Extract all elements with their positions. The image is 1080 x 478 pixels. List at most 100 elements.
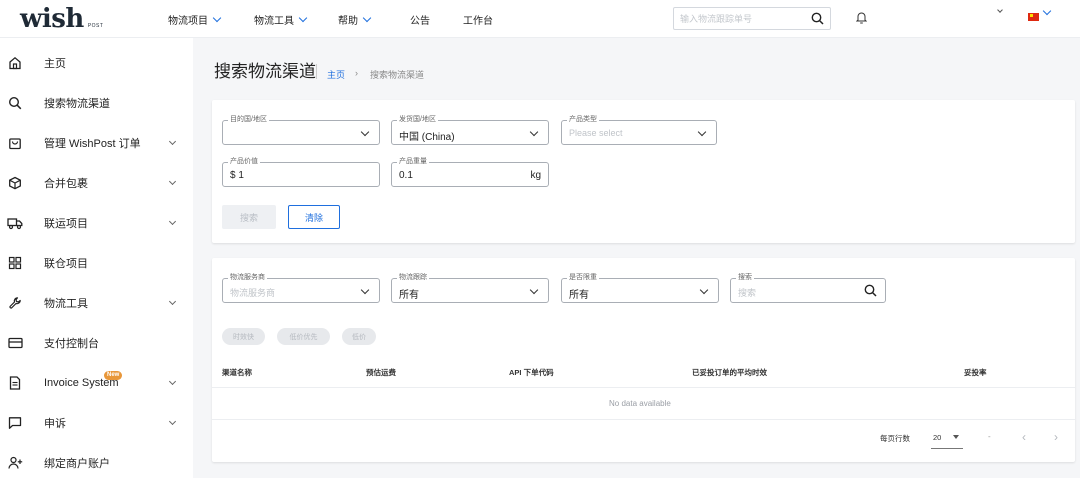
sidebar-item-home[interactable]: 主页 <box>0 43 193 83</box>
sort-chip-fastest[interactable]: 时效快 <box>222 328 265 345</box>
sidebar-item-label: 主页 <box>44 58 66 70</box>
sidebar-item-label: 管理 WishPost 订单 <box>44 138 141 150</box>
breadcrumb-separator: › <box>355 68 358 78</box>
nav-label: 公告 <box>410 16 430 27</box>
bell-icon[interactable] <box>856 11 867 24</box>
chevron-down-icon <box>212 13 222 22</box>
tracking-value: 所有 <box>399 290 419 301</box>
wrench-icon <box>7 295 23 311</box>
logo-wordmark: wish <box>20 4 84 34</box>
nav-announcements[interactable]: 公告 <box>410 12 430 27</box>
sidebar-item-label: 联运项目 <box>44 218 88 230</box>
chevron-down-icon <box>168 177 177 186</box>
sidebar-item-label: 合并包裹 <box>44 178 88 190</box>
nav-workbench[interactable]: 工作台 <box>463 12 493 27</box>
results-search-input[interactable]: 搜索 搜索 <box>730 274 886 303</box>
product-price-value: $ 1 <box>230 170 244 181</box>
wishpost-logo[interactable]: wish POST <box>20 4 103 34</box>
service-provider-placeholder: 物流服务商 <box>230 288 276 298</box>
chevron-down-icon <box>362 13 372 22</box>
logo-subtitle: POST <box>87 23 104 29</box>
chevron-down-icon <box>168 217 177 226</box>
product-price-label: 产品价值 <box>228 158 260 166</box>
sidebar-item-manage-orders[interactable]: 管理 WishPost 订单 <box>0 123 193 163</box>
rows-per-page-underline <box>931 448 963 449</box>
sort-chip-low-price[interactable]: 低价 <box>342 328 376 345</box>
nav-label: 帮助 <box>338 16 358 27</box>
next-page-icon[interactable]: › <box>1054 430 1058 444</box>
service-provider-select[interactable]: 物流服务商 物流服务商 <box>222 274 380 303</box>
search-icon[interactable] <box>811 12 824 25</box>
sidebar-item-label: 申诉 <box>44 418 66 430</box>
sidebar-item-warehouse[interactable]: 联仓项目 <box>0 243 193 283</box>
sidebar-item-search-channels[interactable]: 搜索物流渠道 <box>0 83 193 123</box>
tracking-search-input[interactable] <box>674 8 799 29</box>
tracking-search-box <box>673 7 831 30</box>
prev-page-icon[interactable]: ‹ <box>1022 430 1026 444</box>
sidebar-item-logistics-tools[interactable]: 物流工具 <box>0 283 193 323</box>
nav-label: 物流项目 <box>168 16 208 27</box>
origin-select[interactable]: 发货国/地区 中国 (China) <box>391 116 549 145</box>
comment-icon <box>7 415 23 431</box>
column-header-api-code[interactable]: API 下单代码 <box>509 367 554 378</box>
weight-limit-label: 是否限重 <box>567 274 599 282</box>
breadcrumb-home[interactable]: 主页 <box>327 68 345 81</box>
chevron-down-icon <box>529 127 539 137</box>
grid-icon <box>7 255 23 271</box>
table-row-divider <box>212 419 1075 420</box>
caret-down-icon[interactable] <box>953 435 959 439</box>
chevron-down-icon <box>360 285 370 295</box>
chevron-down-icon <box>168 137 177 146</box>
sidebar-item-invoice-system[interactable]: Invoice System New <box>0 363 193 403</box>
origin-value: 中国 (China) <box>399 132 455 143</box>
tracking-select[interactable]: 物流跟踪 所有 <box>391 274 549 303</box>
origin-label: 发货国/地区 <box>397 116 438 124</box>
nav-label: 物流工具 <box>254 16 294 27</box>
results-search-placeholder: 搜索 <box>738 288 757 298</box>
product-price-input[interactable]: 产品价值 $ 1 <box>222 158 380 187</box>
truck-icon <box>7 215 23 231</box>
sidebar-item-intermodal[interactable]: 联运项目 <box>0 203 193 243</box>
sidebar-item-label: 物流工具 <box>44 298 88 310</box>
product-type-placeholder: Please select <box>569 128 623 138</box>
sidebar-item-label: 搜索物流渠道 <box>44 98 110 110</box>
page-range: - <box>988 432 991 441</box>
column-header-estimated-fee[interactable]: 预估运费 <box>366 367 396 378</box>
language-chevron-icon[interactable] <box>1042 6 1052 16</box>
sidebar-item-label: 联仓项目 <box>44 258 88 270</box>
home-icon <box>7 55 23 71</box>
table-header-divider <box>212 387 1075 388</box>
destination-select[interactable]: 目的国/地区 <box>222 116 380 145</box>
sidebar-item-bind-merchant[interactable]: 绑定商户账户 <box>0 443 193 478</box>
sidebar-item-payment-console[interactable]: 支付控制台 <box>0 323 193 363</box>
nav-logistics-projects[interactable]: 物流项目 <box>168 12 222 27</box>
search-button[interactable]: 搜索 <box>222 205 276 229</box>
sidebar-item-merge-packages[interactable]: 合并包裹 <box>0 163 193 203</box>
product-weight-input[interactable]: 产品重量 0.1 kg <box>391 158 549 187</box>
rows-per-page-select[interactable]: 20 <box>933 433 941 442</box>
page-title: 搜索物流渠道 <box>214 62 316 81</box>
sort-chip-low-price-first[interactable]: 低价优先 <box>277 328 330 345</box>
chevron-down-icon <box>699 285 709 295</box>
sidebar-item-appeals[interactable]: 申诉 <box>0 403 193 443</box>
nav-label: 工作台 <box>463 16 493 27</box>
column-header-avg-delivery-time[interactable]: 已妥投订单的平均时效 <box>692 367 767 378</box>
service-provider-label: 物流服务商 <box>228 274 267 282</box>
chevron-down-icon <box>360 127 370 137</box>
column-header-delivery-rate[interactable]: 妥投率 <box>964 367 987 378</box>
china-flag-icon[interactable] <box>1028 13 1039 21</box>
chevron-down-icon <box>529 285 539 295</box>
weight-limit-select[interactable]: 是否限重 所有 <box>561 274 719 303</box>
column-header-channel[interactable]: 渠道名称 <box>222 367 252 378</box>
package-icon <box>7 175 23 191</box>
search-icon[interactable] <box>864 284 877 300</box>
nav-logistics-tools[interactable]: 物流工具 <box>254 12 308 27</box>
document-icon <box>7 375 23 391</box>
clear-button[interactable]: 清除 <box>288 205 340 229</box>
add-user-icon <box>7 455 23 471</box>
nav-help[interactable]: 帮助 <box>338 12 372 27</box>
product-type-select[interactable]: 产品类型 Please select <box>561 116 717 145</box>
results-search-label: 搜索 <box>736 274 754 282</box>
chevron-down-icon <box>697 127 707 137</box>
credit-card-icon <box>7 335 23 351</box>
